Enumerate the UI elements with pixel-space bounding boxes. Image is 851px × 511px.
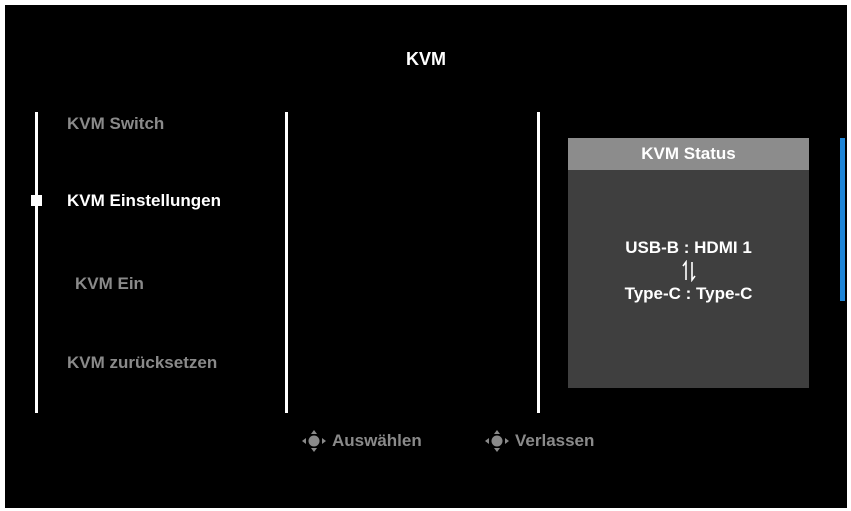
footer-select-label: Auswählen [332, 431, 422, 450]
joystick-icon [302, 430, 326, 452]
joystick-icon [485, 430, 509, 452]
menu-divider-middle [285, 112, 288, 413]
menu-item-kvm-switch[interactable]: KVM Switch [67, 114, 164, 134]
footer-hints: Auswählen Verlassen [5, 429, 847, 453]
osd-menu: KVM KVM Switch KVM Einstellungen KVM Ein… [5, 5, 847, 508]
footer-select-hint: Auswählen [300, 429, 422, 453]
swap-arrows-icon [681, 260, 696, 282]
page-title: KVM [406, 49, 446, 69]
footer-exit-label: Verlassen [515, 431, 595, 450]
kvm-status-panel: KVM Status USB-B : HDMI 1 Type-C : Type-… [568, 138, 809, 388]
footer-exit-hint: Verlassen [483, 429, 594, 453]
kvm-status-line-1: USB-B : HDMI 1 [625, 238, 752, 257]
menu-divider-left [35, 112, 38, 413]
kvm-status-body: USB-B : HDMI 1 Type-C : Type-C [568, 236, 809, 306]
kvm-status-line-2: Type-C : Type-C [624, 284, 753, 303]
menu-item-kvm-ein[interactable]: KVM Ein [75, 274, 144, 294]
menu-item-kvm-zuruecksetzen[interactable]: KVM zurücksetzen [67, 353, 217, 373]
menu-item-kvm-einstellungen[interactable]: KVM Einstellungen [67, 191, 221, 211]
kvm-status-title: KVM Status [568, 138, 809, 170]
scroll-indicator[interactable] [840, 138, 845, 301]
selection-marker [31, 195, 42, 206]
menu-divider-right [537, 112, 540, 413]
